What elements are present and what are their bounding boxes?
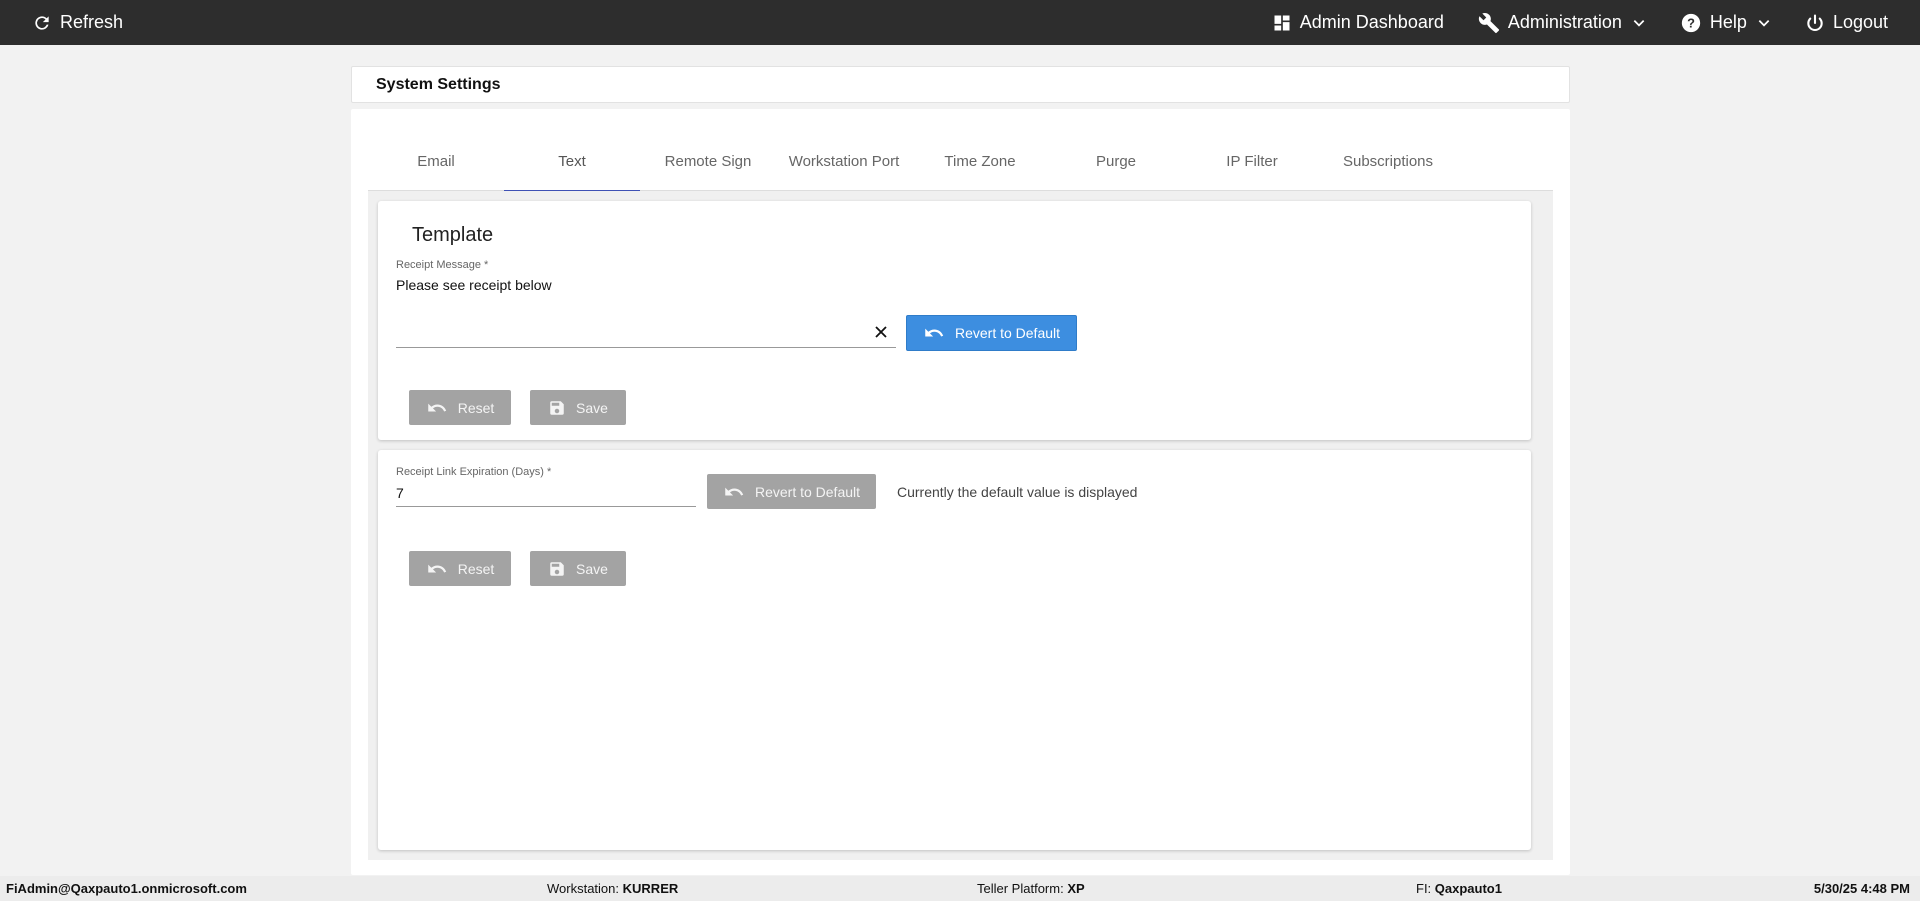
expiration-input[interactable]: 7 bbox=[396, 485, 696, 501]
help-menu[interactable]: ? Help bbox=[1680, 0, 1771, 45]
save-icon bbox=[550, 400, 564, 415]
settings-card: Email Text Remote Sign Workstation Port … bbox=[351, 109, 1570, 875]
undo-icon bbox=[427, 564, 446, 572]
save-label: Save bbox=[576, 399, 608, 416]
receipt-message-label: Receipt Message * bbox=[396, 259, 489, 271]
reset-button[interactable]: Reset bbox=[409, 551, 511, 586]
administration-menu[interactable]: Administration bbox=[1478, 0, 1646, 45]
platform-label: Teller Platform: bbox=[977, 881, 1064, 896]
reset-label: Reset bbox=[457, 560, 495, 577]
footer-platform: Teller Platform: XP bbox=[977, 881, 1085, 896]
footer-workstation: Workstation: KURRER bbox=[547, 881, 678, 896]
help-icon: ? bbox=[1681, 13, 1701, 32]
refresh-label: Refresh bbox=[60, 12, 124, 32]
logout-button[interactable]: Logout bbox=[1805, 0, 1888, 45]
workstation-value: KURRER bbox=[622, 881, 679, 896]
tab-time-zone[interactable]: Time Zone bbox=[912, 131, 1048, 191]
save-icon bbox=[550, 561, 564, 576]
fi-label: FI: bbox=[1416, 881, 1432, 896]
page-header: System Settings bbox=[351, 66, 1570, 103]
close-icon bbox=[875, 326, 887, 338]
administration-label: Administration bbox=[1507, 12, 1622, 32]
tab-label: Subscriptions bbox=[1342, 152, 1434, 170]
template-title: Template bbox=[412, 224, 494, 246]
chevron-down-icon bbox=[1633, 19, 1645, 27]
admin-dashboard-label: Admin Dashboard bbox=[1299, 12, 1444, 32]
reset-label: Reset bbox=[457, 399, 495, 416]
receipt-message-underline bbox=[396, 347, 896, 348]
power-icon bbox=[1807, 13, 1823, 31]
tab-content: Template Receipt Message * Please see re… bbox=[368, 191, 1553, 860]
revert-label: Revert to Default bbox=[754, 483, 861, 500]
wrench-icon bbox=[1478, 12, 1499, 33]
footer-datetime: 5/30/25 4:48 PM bbox=[1814, 881, 1910, 896]
save-label: Save bbox=[576, 560, 608, 577]
tab-label: Text bbox=[558, 152, 586, 170]
help-label: Help bbox=[1709, 12, 1747, 32]
dashboard-icon bbox=[1274, 15, 1290, 30]
tab-purge[interactable]: Purge bbox=[1048, 131, 1184, 191]
save-button[interactable]: Save bbox=[530, 551, 626, 586]
undo-icon bbox=[427, 403, 446, 411]
undo-icon bbox=[925, 328, 944, 337]
expiration-panel: Receipt Link Expiration (Days) * 7 Rever… bbox=[378, 450, 1531, 850]
tab-text[interactable]: Text bbox=[504, 131, 640, 192]
tab-email[interactable]: Email bbox=[368, 131, 504, 191]
tab-label: IP Filter bbox=[1226, 152, 1278, 170]
datetime-value: 5/30/25 4:48 PM bbox=[1813, 881, 1910, 896]
status-footer: FiAdmin@Qaxpauto1.onmicrosoft.com Workst… bbox=[0, 876, 1920, 901]
receipt-message-input[interactable]: Please see receipt below bbox=[396, 277, 896, 293]
tab-label: Email bbox=[417, 152, 455, 170]
tab-remote-sign[interactable]: Remote Sign bbox=[640, 131, 776, 191]
refresh-icon bbox=[35, 15, 49, 30]
revert-to-default-button[interactable]: Revert to Default bbox=[906, 315, 1077, 351]
admin-dashboard-link[interactable]: Admin Dashboard bbox=[1272, 0, 1444, 45]
tab-label: Remote Sign bbox=[664, 152, 752, 170]
fi-value: Qaxpauto1 bbox=[1434, 881, 1502, 896]
tab-label: Time Zone bbox=[944, 152, 1016, 170]
tab-label: Workstation Port bbox=[788, 152, 900, 170]
chevron-down-icon bbox=[1758, 19, 1770, 27]
page-title: System Settings bbox=[376, 75, 501, 93]
revert-to-default-button[interactable]: Revert to Default bbox=[707, 474, 876, 509]
clear-button[interactable] bbox=[871, 322, 891, 342]
expiration-underline bbox=[396, 506, 696, 507]
revert-label: Revert to Default bbox=[954, 325, 1061, 341]
workstation-label: Workstation: bbox=[547, 881, 620, 896]
footer-fi: FI: Qaxpauto1 bbox=[1416, 881, 1502, 896]
tab-ip-filter[interactable]: IP Filter bbox=[1184, 131, 1320, 191]
tab-workstation-port[interactable]: Workstation Port bbox=[776, 131, 912, 191]
reset-button[interactable]: Reset bbox=[409, 390, 511, 425]
logout-label: Logout bbox=[1832, 12, 1888, 32]
tab-label: Purge bbox=[1095, 152, 1137, 170]
platform-value: XP bbox=[1067, 881, 1085, 896]
settings-tabs: Email Text Remote Sign Workstation Port … bbox=[368, 131, 1553, 192]
top-navbar: Refresh Admin Dashboard Administration ?… bbox=[0, 0, 1920, 45]
svg-text:?: ? bbox=[1687, 15, 1695, 30]
footer-user: FiAdmin@Qaxpauto1.onmicrosoft.com bbox=[6, 881, 247, 896]
template-panel: Template Receipt Message * Please see re… bbox=[378, 201, 1531, 440]
tab-subscriptions[interactable]: Subscriptions bbox=[1320, 131, 1456, 191]
default-value-note: Currently the default value is displayed bbox=[897, 484, 1138, 500]
undo-icon bbox=[725, 487, 744, 495]
user-email: FiAdmin@Qaxpauto1.onmicrosoft.com bbox=[6, 881, 247, 896]
expiration-label: Receipt Link Expiration (Days) * bbox=[396, 466, 552, 478]
save-button[interactable]: Save bbox=[530, 390, 626, 425]
refresh-button[interactable]: Refresh bbox=[32, 0, 123, 45]
